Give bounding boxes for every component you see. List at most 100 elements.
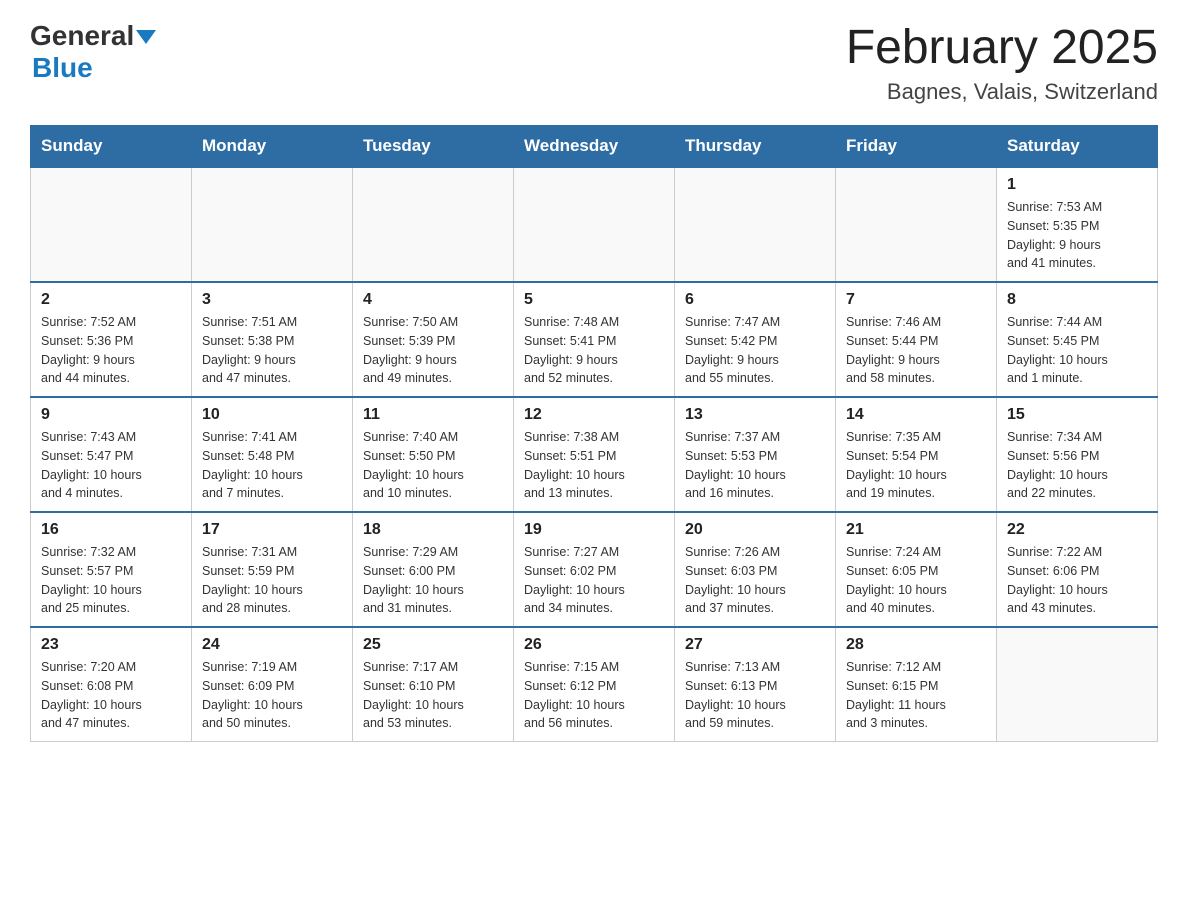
day-info: Sunrise: 7:27 AM Sunset: 6:02 PM Dayligh…	[524, 543, 664, 618]
week-row-4: 23 Sunrise: 7:20 AM Sunset: 6:08 PM Dayli…	[31, 627, 1158, 742]
day-info: Sunrise: 7:17 AM Sunset: 6:10 PM Dayligh…	[363, 658, 503, 733]
header-saturday: Saturday	[997, 126, 1158, 168]
calendar-cell: 3 Sunrise: 7:51 AM Sunset: 5:38 PM Daylig…	[192, 282, 353, 397]
logo-blue-text: Blue	[32, 52, 93, 83]
day-info: Sunrise: 7:43 AM Sunset: 5:47 PM Dayligh…	[41, 428, 181, 503]
calendar-cell: 10 Sunrise: 7:41 AM Sunset: 5:48 PM Dayli…	[192, 397, 353, 512]
calendar-cell: 16 Sunrise: 7:32 AM Sunset: 5:57 PM Dayli…	[31, 512, 192, 627]
day-info: Sunrise: 7:50 AM Sunset: 5:39 PM Dayligh…	[363, 313, 503, 388]
calendar-cell: 25 Sunrise: 7:17 AM Sunset: 6:10 PM Dayli…	[353, 627, 514, 742]
calendar-cell: 14 Sunrise: 7:35 AM Sunset: 5:54 PM Dayli…	[836, 397, 997, 512]
header-monday: Monday	[192, 126, 353, 168]
day-info: Sunrise: 7:52 AM Sunset: 5:36 PM Dayligh…	[41, 313, 181, 388]
day-number: 11	[363, 406, 503, 424]
day-number: 13	[685, 406, 825, 424]
title-block: February 2025 Bagnes, Valais, Switzerlan…	[846, 20, 1158, 105]
day-info: Sunrise: 7:20 AM Sunset: 6:08 PM Dayligh…	[41, 658, 181, 733]
day-number: 14	[846, 406, 986, 424]
day-info: Sunrise: 7:31 AM Sunset: 5:59 PM Dayligh…	[202, 543, 342, 618]
calendar-cell: 5Sunrise: 7:48 AM Sunset: 5:41 PM Daylig…	[514, 282, 675, 397]
calendar-cell: 15 Sunrise: 7:34 AM Sunset: 5:56 PM Dayli…	[997, 397, 1158, 512]
calendar-cell: 6 Sunrise: 7:47 AM Sunset: 5:42 PM Daylig…	[675, 282, 836, 397]
calendar-cell	[353, 167, 514, 282]
calendar-cell	[192, 167, 353, 282]
calendar-cell: 9 Sunrise: 7:43 AM Sunset: 5:47 PM Daylig…	[31, 397, 192, 512]
calendar-cell: 23 Sunrise: 7:20 AM Sunset: 6:08 PM Dayli…	[31, 627, 192, 742]
day-number: 10	[202, 406, 342, 424]
day-info: Sunrise: 7:46 AM Sunset: 5:44 PM Dayligh…	[846, 313, 986, 388]
day-number: 19	[524, 521, 664, 539]
day-number: 3	[202, 291, 342, 309]
calendar-cell: 24Sunrise: 7:19 AM Sunset: 6:09 PM Dayli…	[192, 627, 353, 742]
calendar-cell: 4 Sunrise: 7:50 AM Sunset: 5:39 PM Daylig…	[353, 282, 514, 397]
day-info: Sunrise: 7:22 AM Sunset: 6:06 PM Dayligh…	[1007, 543, 1147, 618]
calendar-cell: 21Sunrise: 7:24 AM Sunset: 6:05 PM Dayli…	[836, 512, 997, 627]
month-title: February 2025	[846, 20, 1158, 75]
day-info: Sunrise: 7:44 AM Sunset: 5:45 PM Dayligh…	[1007, 313, 1147, 388]
page-header: General Blue February 2025 Bagnes, Valai…	[30, 20, 1158, 105]
calendar-cell: 19 Sunrise: 7:27 AM Sunset: 6:02 PM Dayli…	[514, 512, 675, 627]
day-number: 1	[1007, 176, 1147, 194]
day-number: 22	[1007, 521, 1147, 539]
header-friday: Friday	[836, 126, 997, 168]
calendar-table: Sunday Monday Tuesday Wednesday Thursday…	[30, 125, 1158, 742]
week-row-3: 16 Sunrise: 7:32 AM Sunset: 5:57 PM Dayli…	[31, 512, 1158, 627]
day-number: 15	[1007, 406, 1147, 424]
calendar-cell: 12 Sunrise: 7:38 AM Sunset: 5:51 PM Dayli…	[514, 397, 675, 512]
logo: General Blue	[30, 20, 156, 84]
day-number: 17	[202, 521, 342, 539]
day-info: Sunrise: 7:12 AM Sunset: 6:15 PM Dayligh…	[846, 658, 986, 733]
day-info: Sunrise: 7:13 AM Sunset: 6:13 PM Dayligh…	[685, 658, 825, 733]
weekday-header-row: Sunday Monday Tuesday Wednesday Thursday…	[31, 126, 1158, 168]
day-info: Sunrise: 7:51 AM Sunset: 5:38 PM Dayligh…	[202, 313, 342, 388]
day-info: Sunrise: 7:41 AM Sunset: 5:48 PM Dayligh…	[202, 428, 342, 503]
day-number: 9	[41, 406, 181, 424]
calendar-cell	[997, 627, 1158, 742]
week-row-1: 2Sunrise: 7:52 AM Sunset: 5:36 PM Daylig…	[31, 282, 1158, 397]
day-info: Sunrise: 7:38 AM Sunset: 5:51 PM Dayligh…	[524, 428, 664, 503]
calendar-cell: 18Sunrise: 7:29 AM Sunset: 6:00 PM Dayli…	[353, 512, 514, 627]
day-number: 7	[846, 291, 986, 309]
day-info: Sunrise: 7:24 AM Sunset: 6:05 PM Dayligh…	[846, 543, 986, 618]
day-number: 25	[363, 636, 503, 654]
calendar-cell: 22 Sunrise: 7:22 AM Sunset: 6:06 PM Dayli…	[997, 512, 1158, 627]
calendar-cell	[675, 167, 836, 282]
calendar-cell	[31, 167, 192, 282]
day-info: Sunrise: 7:40 AM Sunset: 5:50 PM Dayligh…	[363, 428, 503, 503]
day-info: Sunrise: 7:19 AM Sunset: 6:09 PM Dayligh…	[202, 658, 342, 733]
calendar-cell: 7 Sunrise: 7:46 AM Sunset: 5:44 PM Daylig…	[836, 282, 997, 397]
day-number: 18	[363, 521, 503, 539]
day-info: Sunrise: 7:32 AM Sunset: 5:57 PM Dayligh…	[41, 543, 181, 618]
location-subtitle: Bagnes, Valais, Switzerland	[846, 79, 1158, 105]
calendar-cell: 1 Sunrise: 7:53 AM Sunset: 5:35 PM Daylig…	[997, 167, 1158, 282]
day-number: 4	[363, 291, 503, 309]
calendar-cell: 17 Sunrise: 7:31 AM Sunset: 5:59 PM Dayli…	[192, 512, 353, 627]
header-wednesday: Wednesday	[514, 126, 675, 168]
week-row-2: 9 Sunrise: 7:43 AM Sunset: 5:47 PM Daylig…	[31, 397, 1158, 512]
week-row-0: 1 Sunrise: 7:53 AM Sunset: 5:35 PM Daylig…	[31, 167, 1158, 282]
day-number: 23	[41, 636, 181, 654]
calendar-cell: 11 Sunrise: 7:40 AM Sunset: 5:50 PM Dayli…	[353, 397, 514, 512]
day-info: Sunrise: 7:26 AM Sunset: 6:03 PM Dayligh…	[685, 543, 825, 618]
day-number: 8	[1007, 291, 1147, 309]
logo-general-text: General	[30, 20, 134, 52]
day-info: Sunrise: 7:15 AM Sunset: 6:12 PM Dayligh…	[524, 658, 664, 733]
day-info: Sunrise: 7:47 AM Sunset: 5:42 PM Dayligh…	[685, 313, 825, 388]
day-info: Sunrise: 7:37 AM Sunset: 5:53 PM Dayligh…	[685, 428, 825, 503]
day-number: 28	[846, 636, 986, 654]
logo-triangle-icon	[136, 30, 156, 44]
header-tuesday: Tuesday	[353, 126, 514, 168]
day-info: Sunrise: 7:35 AM Sunset: 5:54 PM Dayligh…	[846, 428, 986, 503]
day-info: Sunrise: 7:53 AM Sunset: 5:35 PM Dayligh…	[1007, 198, 1147, 273]
calendar-cell: 26 Sunrise: 7:15 AM Sunset: 6:12 PM Dayli…	[514, 627, 675, 742]
day-info: Sunrise: 7:34 AM Sunset: 5:56 PM Dayligh…	[1007, 428, 1147, 503]
header-sunday: Sunday	[31, 126, 192, 168]
calendar-cell: 8 Sunrise: 7:44 AM Sunset: 5:45 PM Daylig…	[997, 282, 1158, 397]
day-number: 20	[685, 521, 825, 539]
day-number: 16	[41, 521, 181, 539]
calendar-cell: 2Sunrise: 7:52 AM Sunset: 5:36 PM Daylig…	[31, 282, 192, 397]
day-number: 26	[524, 636, 664, 654]
day-number: 6	[685, 291, 825, 309]
calendar-cell: 28 Sunrise: 7:12 AM Sunset: 6:15 PM Dayli…	[836, 627, 997, 742]
day-number: 12	[524, 406, 664, 424]
